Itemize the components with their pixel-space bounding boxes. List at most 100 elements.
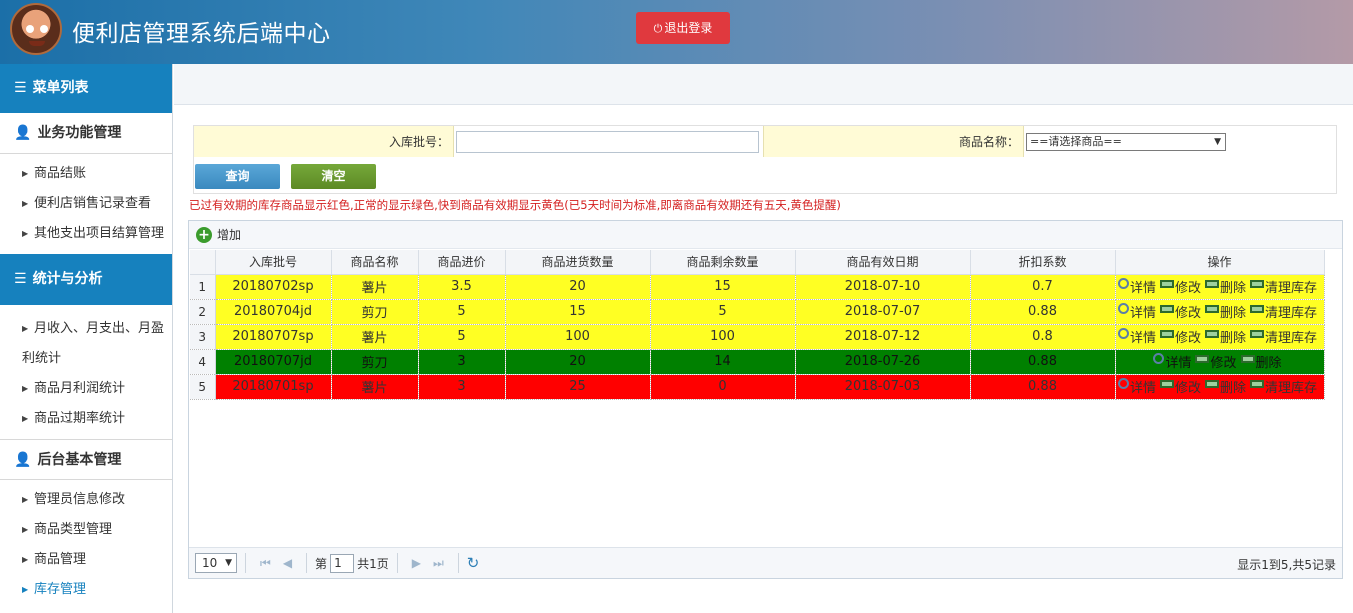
table-cell-left: 5 bbox=[650, 299, 796, 325]
table-cell-qty: 20 bbox=[505, 349, 651, 375]
action-label: 删除 bbox=[1255, 356, 1282, 371]
row-number: 3 bbox=[190, 324, 216, 350]
column-header[interactable]: 商品名称 bbox=[331, 250, 419, 275]
action-label: 修改 bbox=[1174, 381, 1201, 396]
delete-action[interactable]: 删除 bbox=[1205, 277, 1246, 296]
clear-stock-action[interactable]: 清理库存 bbox=[1250, 327, 1317, 346]
delete-action[interactable]: 删除 bbox=[1205, 302, 1246, 321]
table-row[interactable]: 4 20180707jd 剪刀 3 20 14 2018-07-26 0.88 详情 修改 删除 bbox=[190, 349, 1325, 375]
edit-icon bbox=[1159, 305, 1174, 313]
caret-right-icon: ▶ bbox=[22, 229, 29, 238]
detail-action[interactable]: 详情 bbox=[1117, 302, 1156, 321]
edit-icon bbox=[1195, 355, 1210, 363]
clear-button[interactable]: 清空 bbox=[291, 164, 376, 189]
list-icon: ☰ bbox=[14, 271, 27, 287]
sidebar-item-checkout[interactable]: ▶ 商品结账 bbox=[0, 159, 172, 189]
caret-right-icon: ▶ bbox=[22, 324, 29, 333]
row-number: 4 bbox=[190, 349, 216, 375]
table-cell-date: 2018-07-03 bbox=[795, 374, 971, 400]
detail-action[interactable]: 详情 bbox=[1117, 277, 1156, 296]
divider bbox=[396, 553, 398, 573]
column-header[interactable]: 商品进价 bbox=[418, 250, 506, 275]
clear-icon bbox=[1250, 280, 1265, 288]
action-label: 清理库存 bbox=[1265, 306, 1318, 321]
first-page-icon[interactable]: ⏮ bbox=[260, 556, 271, 571]
action-label: 修改 bbox=[1210, 356, 1237, 371]
divider bbox=[245, 553, 246, 573]
table-cell-batch: 20180707sp bbox=[215, 324, 332, 350]
table-row[interactable]: 2 20180704jd 剪刀 5 15 5 2018-07-07 0.88 详情 修改 删除 清理库… bbox=[190, 299, 1325, 325]
delete-action[interactable]: 删除 bbox=[1240, 352, 1282, 371]
sidebar-item-monthly-stats[interactable]: ▶ 月收入、月支出、月盈 bbox=[0, 314, 172, 344]
sidebar-group-business[interactable]: 👤 业务功能管理 bbox=[0, 113, 172, 154]
inventory-grid: + 增加 入库批号 商品名称 商品进价 商品进货数量 商品剩余数量 商品有效日期 … bbox=[188, 220, 1343, 579]
sidebar-item-monthly-profit[interactable]: ▶ 商品月利润统计 bbox=[0, 374, 172, 404]
sidebar-group-statistics[interactable]: ☰ 统计与分析 bbox=[0, 254, 172, 305]
column-header[interactable]: 操作 bbox=[1115, 250, 1325, 275]
batch-input[interactable] bbox=[456, 130, 759, 153]
delete-action[interactable]: 删除 bbox=[1205, 327, 1246, 346]
table-cell-batch: 20180704jd bbox=[215, 299, 332, 325]
sidebar-item-products[interactable]: ▶ 商品管理 bbox=[0, 545, 172, 575]
action-label: 详情 bbox=[1129, 306, 1156, 321]
query-button[interactable]: 查询 bbox=[195, 164, 280, 189]
page-size-select[interactable]: 10 ▼ bbox=[195, 553, 237, 573]
table-cell-name: 薯片 bbox=[331, 374, 419, 400]
column-header[interactable]: 入库批号 bbox=[215, 250, 332, 275]
edit-action[interactable]: 修改 bbox=[1159, 302, 1201, 321]
row-actions: 详情 修改 删除 清理库存 bbox=[1115, 299, 1325, 325]
sidebar-group-label: 后台基本管理 bbox=[37, 452, 122, 468]
detail-action[interactable]: 详情 bbox=[1153, 352, 1191, 371]
edit-action[interactable]: 修改 bbox=[1195, 352, 1237, 371]
column-header[interactable]: 折扣系数 bbox=[970, 250, 1116, 275]
column-header[interactable]: 商品有效日期 bbox=[795, 250, 971, 275]
refresh-icon[interactable]: ↻ bbox=[467, 554, 480, 572]
table-cell-discount: 0.88 bbox=[970, 349, 1116, 375]
table-row[interactable]: 5 20180701sp 薯片 3 25 0 2018-07-03 0.88 详情 修改 删除 清理库… bbox=[190, 374, 1325, 400]
sidebar-item-expiry-rate[interactable]: ▶ 商品过期率统计 bbox=[0, 404, 172, 434]
row-number: 2 bbox=[190, 299, 216, 325]
prev-page-icon[interactable]: ◀ bbox=[283, 556, 292, 570]
last-page-icon[interactable]: ⏭ bbox=[433, 556, 444, 571]
column-header[interactable]: 商品剩余数量 bbox=[650, 250, 796, 275]
clear-stock-action[interactable]: 清理库存 bbox=[1250, 302, 1317, 321]
delete-action[interactable]: 删除 bbox=[1205, 377, 1246, 396]
edit-action[interactable]: 修改 bbox=[1159, 377, 1201, 396]
sidebar-item-other-expenses[interactable]: ▶ 其他支出项目结算管理 bbox=[0, 219, 172, 249]
column-header-rownum bbox=[190, 250, 216, 275]
chevron-down-icon: ▼ bbox=[225, 558, 232, 568]
magnifier-icon bbox=[1117, 278, 1129, 289]
table-cell-discount: 0.88 bbox=[970, 299, 1116, 325]
action-label: 清理库存 bbox=[1265, 331, 1318, 346]
caret-right-icon: ▶ bbox=[22, 495, 29, 504]
detail-action[interactable]: 详情 bbox=[1117, 377, 1156, 396]
sidebar-item-admin-info[interactable]: ▶ 管理员信息修改 bbox=[0, 485, 172, 515]
edit-action[interactable]: 修改 bbox=[1159, 277, 1201, 296]
logout-button[interactable]: ⏻ 退出登录 bbox=[636, 12, 730, 44]
sidebar-group-admin[interactable]: 👤 后台基本管理 bbox=[0, 439, 172, 480]
edit-action[interactable]: 修改 bbox=[1159, 327, 1201, 346]
plus-icon: + bbox=[196, 227, 212, 243]
clear-stock-action[interactable]: 清理库存 bbox=[1250, 377, 1317, 396]
product-select[interactable]: ==请选择商品== ▼ bbox=[1026, 132, 1226, 151]
clear-stock-action[interactable]: 清理库存 bbox=[1250, 277, 1317, 296]
next-page-icon[interactable]: ▶ bbox=[412, 556, 421, 570]
column-header[interactable]: 商品进货数量 bbox=[505, 250, 651, 275]
page-number-input[interactable]: 1 bbox=[330, 553, 355, 573]
sidebar-item-sales-records[interactable]: ▶ 便利店销售记录查看 bbox=[0, 189, 172, 219]
avatar-eye-left bbox=[26, 25, 34, 33]
table-row[interactable]: 3 20180707sp 薯片 5 100 100 2018-07-12 0.8 详情 修改 删除清… bbox=[190, 324, 1325, 350]
detail-action[interactable]: 详情 bbox=[1117, 327, 1156, 346]
table-cell-price: 3 bbox=[418, 349, 506, 375]
user-icon: 👤 bbox=[14, 452, 32, 468]
table-cell-price: 5 bbox=[418, 299, 506, 325]
sidebar-item-monthly-stats-cont[interactable]: 利统计 bbox=[0, 344, 172, 374]
action-label: 修改 bbox=[1174, 331, 1201, 346]
add-button[interactable]: + 增加 bbox=[196, 226, 241, 243]
table-row[interactable]: 1 20180702sp 薯片 3.5 20 15 2018-07-10 0.7 详情 修改 删除 清… bbox=[190, 274, 1325, 300]
sidebar-item-category[interactable]: ▶ 商品类型管理 bbox=[0, 515, 172, 545]
avatar-mouth bbox=[29, 41, 45, 46]
action-label: 修改 bbox=[1174, 306, 1201, 321]
logout-label: 退出登录 bbox=[664, 21, 713, 35]
sidebar-item-inventory[interactable]: ▶ 库存管理 bbox=[0, 575, 172, 605]
